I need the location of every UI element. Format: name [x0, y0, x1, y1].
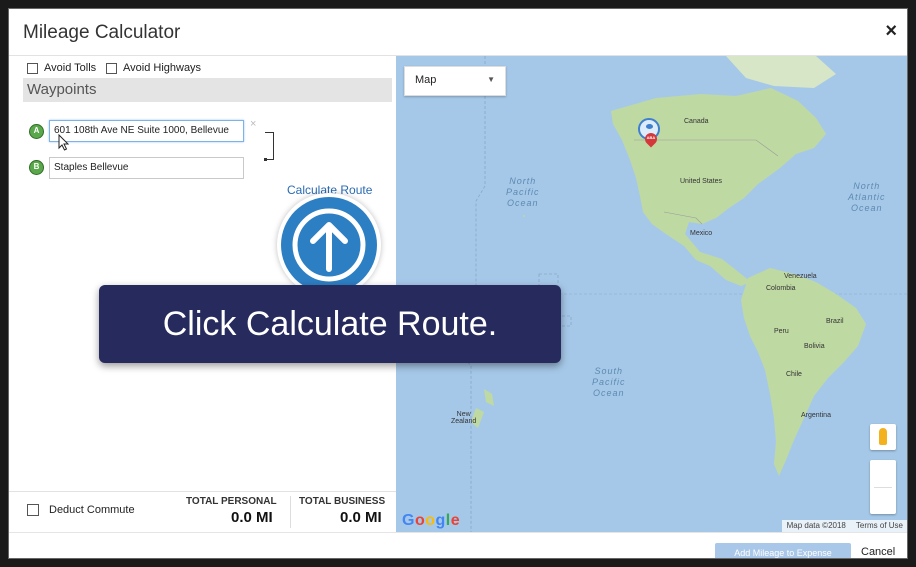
map-type-select[interactable]: Map ▼: [404, 66, 506, 96]
total-business-label: TOTAL BUSINESS: [299, 496, 386, 507]
dialog-title: Mileage Calculator: [23, 22, 181, 43]
deduct-commute-option[interactable]: Deduct Commute: [27, 504, 135, 516]
totals-divider: [290, 496, 291, 528]
dialog-footer: Add Mileage to Expense Cancel: [9, 532, 907, 558]
avoid-highways-checkbox[interactable]: [106, 62, 117, 74]
map-data-text: Map data ©2018: [786, 521, 846, 530]
google-logo: Google: [402, 512, 461, 529]
label-south-pacific: South Pacific Ocean: [592, 366, 626, 398]
street-view-pegman-icon[interactable]: [870, 424, 896, 450]
total-personal-value: 0.0 MI: [231, 509, 273, 526]
add-mileage-button[interactable]: Add Mileage to Expense: [715, 543, 851, 558]
arrow-up-icon: [281, 197, 377, 293]
map-type-value: Map: [415, 74, 437, 86]
reorder-handle[interactable]: [264, 158, 267, 161]
waypoints-header: Waypoints: [23, 78, 392, 102]
label-bolivia: Bolivia: [804, 343, 825, 350]
calculate-route-link[interactable]: Calculate Route: [287, 183, 372, 197]
waypoint-b-input[interactable]: Staples Bellevue: [49, 157, 244, 179]
zoom-control[interactable]: [870, 460, 896, 514]
remove-waypoint-icon[interactable]: ×: [250, 118, 256, 130]
label-brazil: Brazil: [826, 318, 844, 325]
label-north-pacific: North Pacific Ocean: [506, 176, 540, 208]
google-logo-g: G: [402, 512, 415, 529]
label-mexico: Mexico: [690, 230, 713, 237]
label-canada: Canada: [684, 118, 709, 125]
chevron-down-icon: ▼: [487, 75, 495, 84]
label-new-zealand: New Zealand: [451, 411, 477, 425]
label-united-states: United States: [680, 178, 723, 185]
map-attribution: Map data ©2018 Terms of Use: [781, 520, 907, 532]
waypoint-b-badge: B: [29, 160, 44, 175]
waypoint-a-input[interactable]: 601 108th Ave NE Suite 1000, Bellevue: [49, 120, 244, 142]
tutorial-instruction-banner: Click Calculate Route.: [99, 285, 561, 363]
mouse-cursor-icon: [58, 134, 70, 151]
avoid-tolls-label: Avoid Tolls: [44, 62, 97, 74]
dialog-header: Mileage Calculator ×: [9, 9, 907, 56]
label-peru: Peru: [774, 328, 789, 335]
instruction-bold: Calculate Route.: [245, 305, 498, 343]
label-argentina: Argentina: [801, 412, 831, 419]
label-venezuela: Venezuela: [784, 273, 817, 280]
total-business-value: 0.0 MI: [340, 509, 382, 526]
label-north-atlantic: North Atlantic Ocean: [848, 181, 886, 213]
totals-bar: Deduct Commute TOTAL PERSONAL 0.0 MI TOT…: [9, 491, 396, 533]
avoid-highways-option[interactable]: Avoid Highways: [106, 62, 201, 74]
terms-of-use-link[interactable]: Terms of Use: [851, 520, 907, 532]
label-chile: Chile: [786, 371, 802, 378]
deduct-commute-label: Deduct Commute: [49, 504, 135, 516]
destination-marker-text: ABA: [646, 135, 656, 140]
instruction-prefix: Click: [162, 305, 246, 343]
avoid-highways-label: Avoid Highways: [123, 62, 202, 74]
label-colombia: Colombia: [766, 285, 796, 292]
mileage-calculator-dialog: Mileage Calculator × Avoid Tolls Avoid H…: [8, 8, 908, 559]
close-icon[interactable]: ×: [885, 20, 897, 43]
reorder-bracket[interactable]: [265, 132, 274, 160]
avoid-tolls-option[interactable]: Avoid Tolls: [27, 62, 96, 74]
waypoint-a-badge: A: [29, 124, 44, 139]
avoid-tolls-checkbox[interactable]: [27, 62, 38, 74]
deduct-commute-checkbox[interactable]: [27, 504, 39, 516]
cancel-button[interactable]: Cancel: [861, 546, 895, 558]
total-personal-label: TOTAL PERSONAL: [186, 496, 277, 507]
